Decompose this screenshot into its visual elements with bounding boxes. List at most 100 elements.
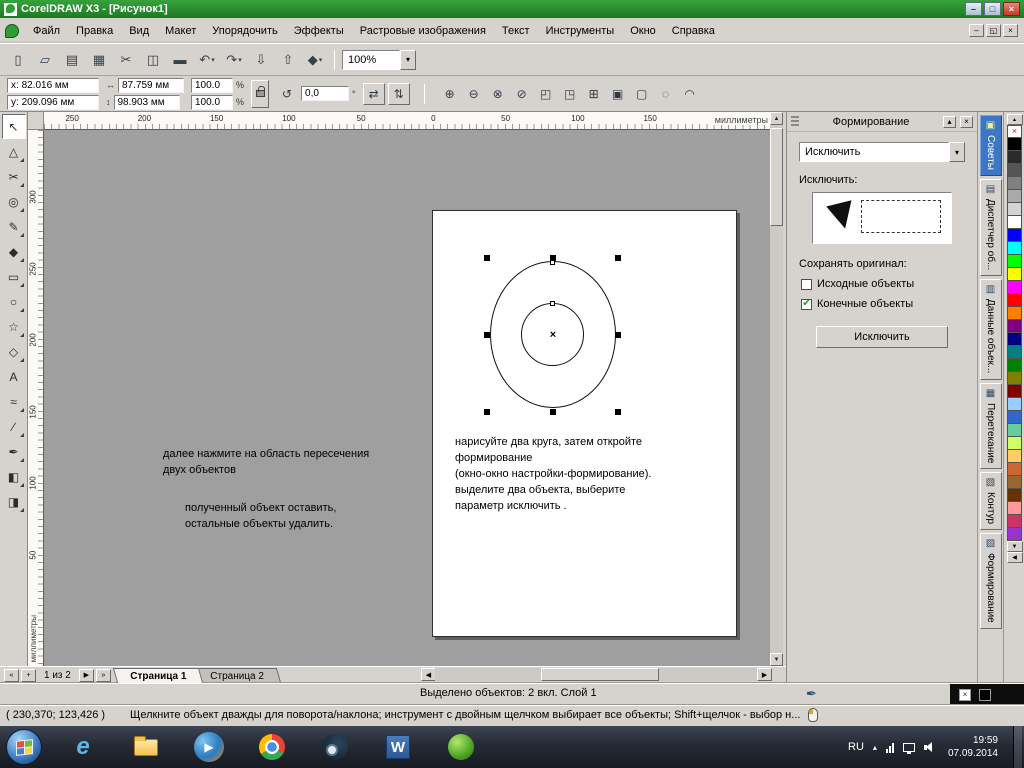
basic-shapes-tool[interactable]: ◇ — [2, 339, 26, 364]
shape-tool[interactable]: △ — [2, 139, 26, 164]
menu-window[interactable]: Окно — [622, 20, 664, 42]
crop-tool[interactable]: ✂ — [2, 164, 26, 189]
signal-strength-icon[interactable] — [886, 742, 894, 753]
rotation-angle-field[interactable]: 0,0 — [301, 86, 349, 101]
mirror-vertical-button[interactable]: ⇅ — [388, 83, 410, 105]
palette-color-swatch[interactable] — [1007, 528, 1022, 541]
selection-handle-n[interactable] — [550, 255, 556, 261]
target-objects-option[interactable]: ✔ Конечные объекты — [801, 298, 977, 310]
print-button[interactable]: ▦ — [87, 48, 111, 72]
selection-center-mark[interactable]: × — [550, 329, 556, 341]
maximize-button[interactable]: □ — [984, 2, 1001, 16]
start-button[interactable] — [6, 729, 42, 765]
docker-tab-hints[interactable]: ▣ Советы — [980, 115, 1002, 176]
palette-color-swatch[interactable] — [1007, 489, 1022, 502]
intersect-button[interactable]: ⊗ — [487, 83, 509, 105]
docker-grip-icon[interactable] — [791, 116, 799, 128]
palette-color-swatch[interactable] — [1007, 424, 1022, 437]
palette-color-swatch[interactable] — [1007, 333, 1022, 346]
palette-color-swatch[interactable] — [1007, 190, 1022, 203]
outline-tool[interactable]: ✒ — [2, 439, 26, 464]
canvas-text-note-3[interactable]: нарисуйте два круга, затем откройте форм… — [455, 435, 651, 483]
selection-handle-ne[interactable] — [615, 255, 621, 261]
docker-titlebar[interactable]: Формирование ▴ × — [787, 112, 977, 132]
import-button[interactable]: ⇩ — [249, 48, 273, 72]
steam-icon[interactable] — [320, 732, 350, 762]
document-restore-button[interactable]: ◱ — [986, 24, 1001, 37]
palette-color-swatch[interactable] — [1007, 320, 1022, 333]
word-icon[interactable]: W — [383, 732, 413, 762]
zoom-tool[interactable]: ◎ — [2, 189, 26, 214]
menu-effects[interactable]: Эффекты — [286, 20, 352, 42]
weld-button[interactable]: ⊕ — [439, 83, 461, 105]
palette-color-swatch[interactable] — [1007, 242, 1022, 255]
export-button[interactable]: ⇧ — [276, 48, 300, 72]
interactive-blend-tool[interactable]: ≈ — [2, 389, 26, 414]
menu-help[interactable]: Справка — [664, 20, 723, 42]
outline-status-swatch[interactable] — [979, 689, 991, 701]
fill-tool[interactable]: ◧ — [2, 464, 26, 489]
vertical-scrollbar[interactable]: ▲ ▼ — [770, 112, 783, 666]
palette-color-swatch[interactable] — [1007, 216, 1022, 229]
palette-color-swatch[interactable] — [1007, 385, 1022, 398]
horizontal-scroll-thumb[interactable] — [541, 668, 659, 681]
volume-icon[interactable] — [924, 741, 937, 753]
palette-color-swatch[interactable] — [1007, 164, 1022, 177]
palette-color-swatch[interactable] — [1007, 203, 1022, 216]
language-indicator[interactable]: RU — [848, 741, 864, 753]
media-player-icon[interactable]: ▶ — [194, 732, 224, 762]
freehand-tool[interactable]: ✎ — [2, 214, 26, 239]
shaping-mode-combobox[interactable]: Исключить ▾ — [799, 142, 965, 162]
menu-tools[interactable]: Инструменты — [538, 20, 623, 42]
next-page-button[interactable]: ▶ — [79, 669, 94, 682]
smart-fill-tool[interactable]: ◆ — [2, 239, 26, 264]
palette-color-swatch[interactable] — [1007, 281, 1022, 294]
ruler-origin[interactable] — [28, 112, 44, 130]
coreldraw-app-icon[interactable] — [4, 3, 17, 16]
scale-x-field[interactable]: 100.0 — [191, 78, 233, 93]
close-button[interactable]: × — [1003, 2, 1020, 16]
no-color-swatch[interactable]: × — [1007, 125, 1022, 138]
palette-scroll-up-button[interactable]: ▴ — [1007, 114, 1023, 125]
docker-collapse-button[interactable]: ▴ — [943, 116, 956, 128]
shaping-mode-dropdown-arrow-icon[interactable]: ▾ — [949, 142, 965, 162]
palette-color-swatch[interactable] — [1007, 515, 1022, 528]
ellipse-tool[interactable]: ○ — [2, 289, 26, 314]
palette-color-swatch[interactable] — [1007, 307, 1022, 320]
palette-color-swatch[interactable] — [1007, 294, 1022, 307]
hidden-icons-arrow[interactable]: ▴ — [873, 743, 877, 752]
open-button[interactable]: ▱ — [33, 48, 57, 72]
network-icon[interactable] — [903, 743, 915, 752]
scale-y-field[interactable]: 100.0 — [191, 95, 233, 110]
zoom-level-combobox[interactable]: 100% ▾ — [342, 50, 416, 70]
minimize-button[interactable]: – — [965, 2, 982, 16]
drawing-canvas[interactable]: далее нажмите на область пересечения дву… — [44, 130, 770, 666]
selection-handle-nw[interactable] — [484, 255, 490, 261]
docker-tab-shaping[interactable]: ▨ Формирование — [980, 533, 1002, 629]
page-tab[interactable]: Страница 2 — [193, 668, 281, 683]
vertical-scroll-thumb[interactable] — [770, 128, 783, 226]
palette-expand-button[interactable]: ◀ — [1007, 552, 1023, 563]
zoom-dropdown-arrow-icon[interactable]: ▾ — [400, 50, 416, 70]
menu-bitmaps[interactable]: Растровые изображения — [352, 20, 494, 42]
selection-handle-s[interactable] — [550, 409, 556, 415]
object-height-field[interactable]: 98.903 мм — [114, 95, 180, 110]
palette-color-swatch[interactable] — [1007, 346, 1022, 359]
interactive-fill-tool[interactable]: ◨ — [2, 489, 26, 514]
menu-text[interactable]: Текст — [494, 20, 538, 42]
scroll-down-button[interactable]: ▼ — [770, 653, 783, 666]
scroll-right-button[interactable]: ▶ — [757, 668, 772, 681]
palette-color-swatch[interactable] — [1007, 411, 1022, 424]
rectangle-tool[interactable]: ▭ — [2, 264, 26, 289]
back-minus-front-button[interactable]: ◳ — [559, 83, 581, 105]
object-x-position-field[interactable]: x: 82.016 мм — [7, 78, 99, 93]
convert-to-curves-button[interactable]: ◌ — [655, 83, 677, 105]
palette-color-swatch[interactable] — [1007, 463, 1022, 476]
scroll-left-button[interactable]: ◀ — [421, 668, 436, 681]
palette-color-swatch[interactable] — [1007, 437, 1022, 450]
docker-tab-object-data[interactable]: ▥ Данные объек... — [980, 279, 1002, 379]
show-desktop-button[interactable] — [1013, 726, 1022, 768]
object-width-field[interactable]: 87.759 мм — [118, 78, 184, 93]
menu-arrange[interactable]: Упорядочить — [204, 20, 285, 42]
exclude-apply-button[interactable]: Исключить — [816, 326, 948, 348]
